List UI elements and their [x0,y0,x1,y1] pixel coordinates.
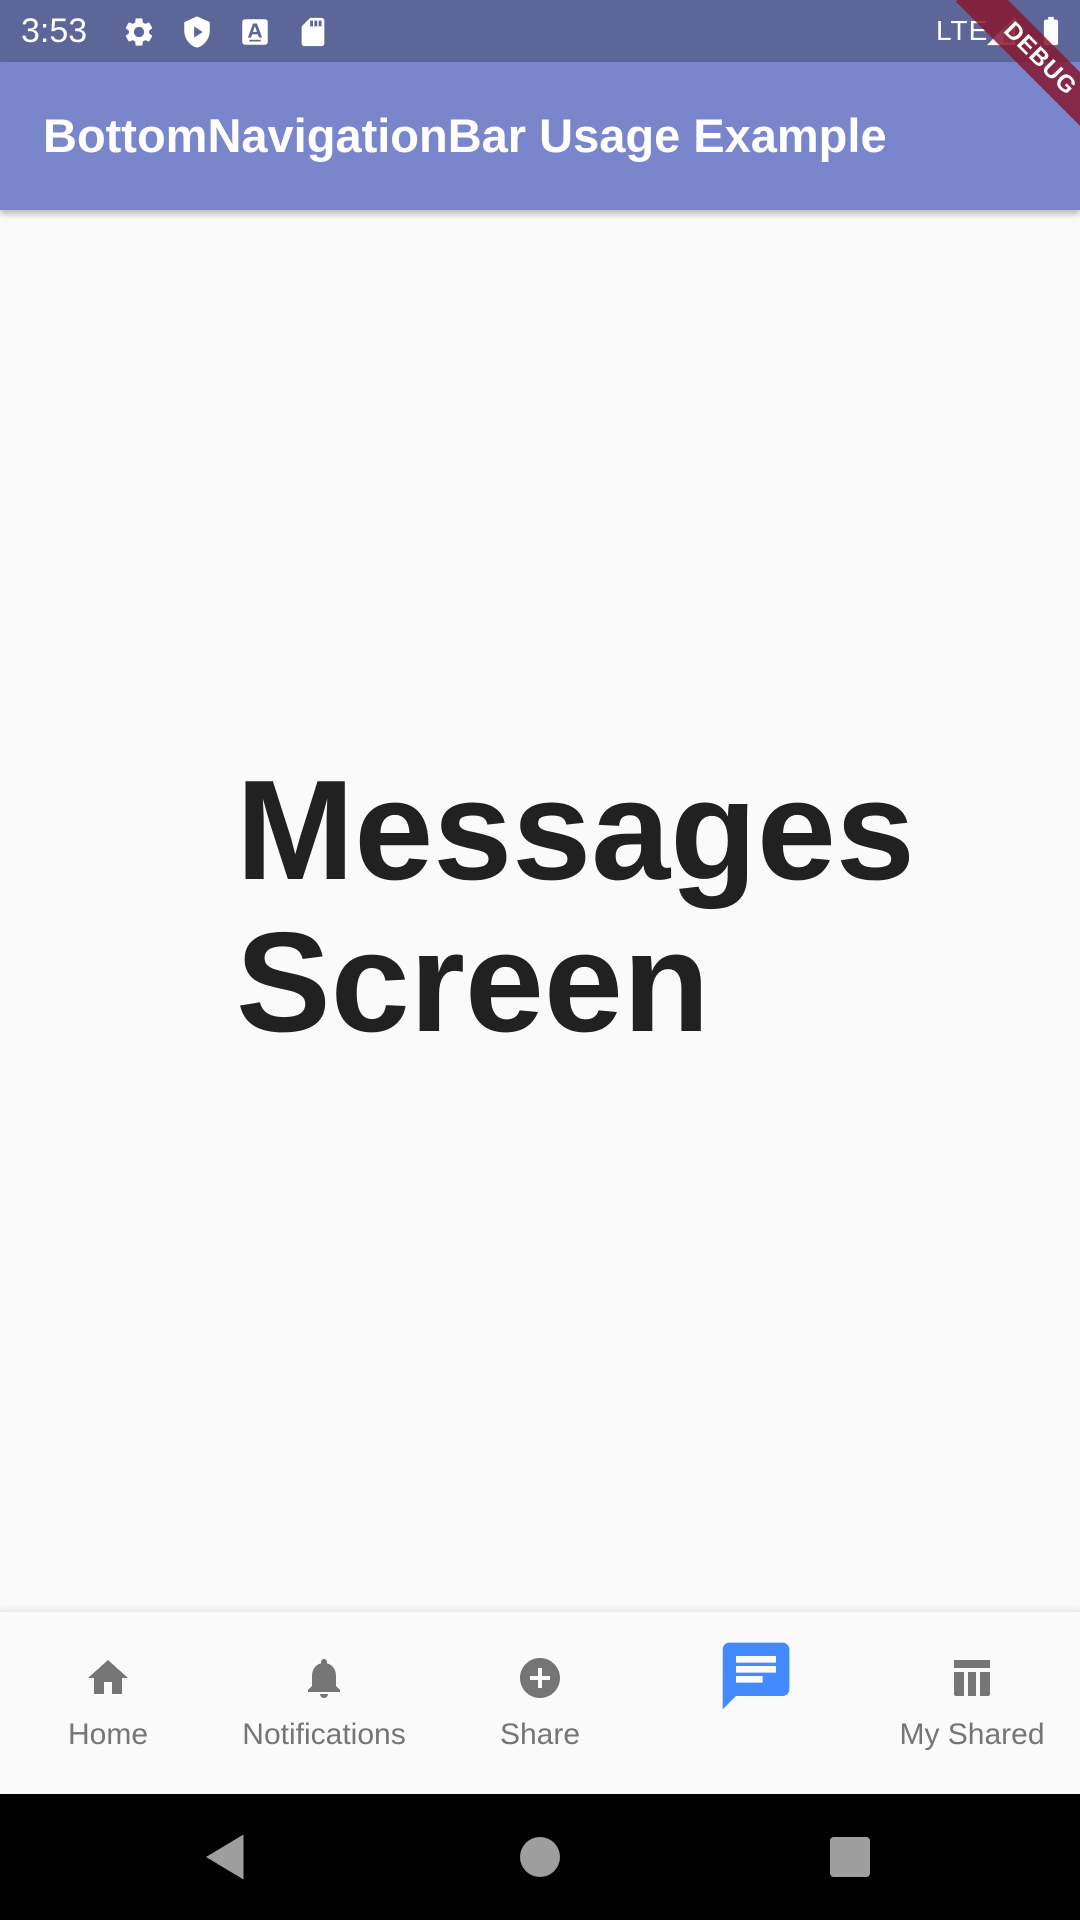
home-circle-icon[interactable] [510,1827,570,1887]
message-icon [722,1642,790,1710]
main-content: Messages Screen [0,210,1080,1610]
screen-title: Messages Screen [236,751,915,1062]
add-circle-icon [520,1658,560,1698]
nav-label-share: Share [499,1718,581,1751]
bell-icon [308,1659,340,1698]
bottom-navigation-bar: Home Notifications Share My Shared [0,1610,1080,1796]
nav-item-my-shared[interactable]: My Shared [864,1612,1080,1796]
sd-card-icon [301,17,325,47]
shield-play-icon [184,16,210,48]
library-icon [954,1660,990,1696]
home-icon [88,1660,128,1694]
settings-icon [125,18,153,46]
nav-item-home[interactable]: Home [0,1612,216,1796]
nav-item-notifications[interactable]: Notifications [216,1612,432,1796]
app-bar: BottomNavigationBar Usage Example [0,62,1080,210]
text-input-icon [242,19,268,45]
nav-item-share[interactable]: Share [432,1612,648,1796]
system-navigation-bar [0,1794,1080,1920]
phone-screen: 3:53 LTE DEBUG BottomNavigationBar Usage… [0,0,1080,1920]
app-bar-title: BottomNavigationBar Usage Example [43,109,887,162]
recents-icon[interactable] [820,1827,880,1887]
nav-item-messages[interactable] [648,1612,864,1796]
nav-label-my-shared: My Shared [899,1718,1045,1751]
nav-label-home: Home [67,1718,149,1751]
status-bar: 3:53 LTE [0,0,1080,62]
status-time: 3:53 [21,12,88,50]
nav-label-notifications: Notifications [242,1718,406,1751]
back-icon[interactable] [196,1827,256,1887]
